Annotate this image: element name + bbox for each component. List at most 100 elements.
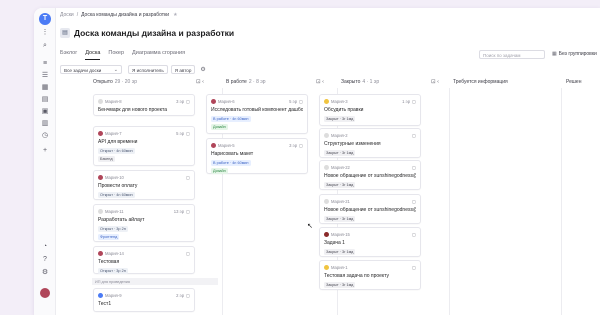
boards-icon[interactable]: ▦ [41, 84, 49, 92]
favorite-star-icon[interactable]: ★ [173, 12, 177, 18]
task-card[interactable]: Мария-10 ▢ Провести оплату Открыт · 4n 60… [93, 170, 195, 200]
projects-icon[interactable]: ▤ [41, 96, 49, 104]
component-badge: Бэкенд [98, 156, 115, 162]
tasks-icon[interactable]: ☰ [41, 72, 49, 80]
task-key[interactable]: Мария-22 [331, 165, 350, 170]
column-name: В работе [226, 79, 247, 85]
task-meta: 13 эр ▢ [174, 209, 190, 214]
status-badge: Открыт · 4n 60мин [98, 192, 135, 198]
task-card[interactable]: Мария-9 2 эр ▢ Тест1 [93, 288, 195, 312]
column-tools-in-progress[interactable]: ⊡ ‹ [316, 79, 324, 85]
assignee-avatar [211, 98, 216, 104]
column-tools-open[interactable]: ⊡ ‹ [196, 79, 204, 85]
filter-bar: Все задачи доски ⌄ Я исполнитель Я автор … [60, 65, 206, 74]
task-card[interactable]: Мария-2 ▢ Структурные изменения Закрыт · … [319, 128, 421, 158]
settings-icon[interactable]: ⚙ [41, 269, 49, 277]
document-icon: ▢ [186, 292, 190, 298]
assignee-filter-chip[interactable]: Я исполнитель [128, 65, 168, 74]
tracker-logo-icon[interactable]: T [39, 13, 51, 25]
story-points: 3 эр [176, 98, 185, 104]
story-points: 13 эр [173, 208, 185, 214]
dashboards-icon[interactable]: ▥ [41, 120, 49, 128]
plus-icon[interactable]: + [41, 147, 49, 155]
task-key[interactable]: Мария-11 [105, 209, 124, 214]
tab-board[interactable]: Доска [85, 50, 101, 60]
task-key[interactable]: Мария-9 [105, 293, 122, 298]
assignee-avatar [324, 198, 329, 204]
task-meta: 1 эр ▢ [402, 99, 416, 104]
task-card[interactable]: Мария-5 3 эр ▢ Нарисовать макет В работе ·… [206, 138, 308, 174]
task-key[interactable]: Мария-7 [105, 131, 122, 136]
author-filter-chip[interactable]: Я автор [170, 65, 196, 74]
task-card[interactable]: Мария-3 1 эр ▢ Обсудить правки Закрыт · 3r… [319, 94, 421, 126]
chevron-down-icon: ⌄ [113, 67, 118, 73]
task-key[interactable]: Мария-15 [331, 232, 350, 237]
task-card[interactable]: Мария-15 ▢ Задача 1 Закрыт · 3r 1мд [319, 227, 421, 257]
status-badge: Открыт · 3р 2н [98, 268, 128, 274]
apps-grid-icon[interactable]: ⋮ [41, 29, 49, 37]
mouse-cursor-icon: ↖ [307, 223, 313, 230]
breadcrumb-root[interactable]: Доски [60, 12, 74, 18]
story-points: 5 эр [176, 130, 185, 136]
grouping-button[interactable]: ▦ Без группировки [552, 51, 597, 57]
story-points: 3 эр [289, 142, 298, 148]
status-badge: Закрыт · 3r 1мд [324, 116, 356, 122]
column-name: Закрыто [341, 79, 361, 85]
task-card[interactable]: Мария-7 5 эр ▢ API для времени Открыт · 4n… [93, 126, 195, 166]
assignee-avatar [324, 264, 329, 270]
story-points: 5 эр [289, 98, 298, 104]
task-meta: ▢ [410, 199, 416, 204]
queues-icon[interactable]: ≡ [41, 60, 49, 68]
page-title: Доска команды дизайна и разработки [74, 28, 235, 38]
task-title: Тест1 [98, 301, 112, 307]
task-meta: 2 эр ▢ [176, 293, 190, 298]
column-tools-closed[interactable]: ⊡ ‹ [431, 79, 439, 85]
task-card[interactable]: Мария-8 3 эр ▢ Бенчмарк для нового проекта [93, 94, 195, 116]
calendar-icon[interactable]: ▣ [41, 108, 49, 116]
assignee-avatar [98, 174, 103, 180]
task-card[interactable]: Мария-1 ▢ Тестовая задача по проекту Закр… [319, 260, 421, 290]
task-meta: ▢ [410, 232, 416, 237]
task-meta: ▢ [410, 265, 416, 270]
task-key[interactable]: Мария-21 [331, 199, 350, 204]
help-icon[interactable]: ? [41, 256, 49, 264]
tab-burndown[interactable]: Диаграмма сгорания [132, 50, 185, 60]
task-key[interactable]: Мария-3 [331, 99, 348, 104]
document-icon: ▢ [186, 174, 190, 180]
gear-icon[interactable]: ⚙ [200, 66, 205, 73]
document-icon: ▢ [412, 132, 416, 138]
column-name: Решен [566, 79, 582, 85]
task-card[interactable]: Мария-22 ▢ Новое обращение от sunshinegod… [319, 160, 421, 190]
task-key[interactable]: Мария-1 [331, 265, 348, 270]
search-icon[interactable]: ⌕ [41, 42, 49, 50]
assignee-avatar [324, 132, 329, 138]
task-meta: 3 эр ▢ [176, 99, 190, 104]
task-key[interactable]: Мария-8 [105, 99, 122, 104]
task-key[interactable]: Мария-5 [218, 143, 235, 148]
task-scope-select[interactable]: Все задачи доски ⌄ [60, 65, 122, 74]
document-icon: ▢ [412, 231, 416, 237]
side-rail: T ⋮ ⌕ ≡ ☰ ▦ ▤ ▣ ▥ ◷ + ◔ ? ⚙ [34, 8, 56, 315]
column-header-resolved: Решен [566, 79, 581, 85]
component-badge: Дизайн [211, 124, 228, 130]
history-icon[interactable]: ◷ [41, 132, 49, 140]
task-card[interactable]: Мария-14 ▢ Тестовая Открыт · 3р 2н [93, 246, 195, 274]
breadcrumb: Доски / Доска команды дизайна и разработки… [60, 12, 178, 18]
task-key[interactable]: Мария-14 [105, 251, 124, 256]
document-icon: ▢ [186, 250, 190, 256]
column-count: 4 · 1 эр [362, 79, 380, 85]
task-card[interactable]: Мария-11 13 эр ▢ Разработать айлаут Открыт… [93, 204, 195, 242]
assignee-avatar [98, 292, 103, 298]
bell-icon[interactable]: ◔ [41, 243, 49, 251]
search-input[interactable]: Поиск по задачам [479, 50, 545, 59]
user-avatar[interactable] [40, 288, 50, 298]
task-card[interactable]: Мария-6 5 эр ▢ Исследовать готовый компоне… [206, 94, 308, 134]
document-icon: ▢ [299, 98, 303, 104]
tab-backlog[interactable]: Бэклог [60, 50, 77, 60]
column-header-needs-info: Требуется информация [453, 79, 508, 85]
tab-poker[interactable]: Покер [108, 50, 124, 60]
task-key[interactable]: Мария-2 [331, 133, 348, 138]
task-key[interactable]: Мария-10 [105, 175, 124, 180]
task-card[interactable]: Мария-21 ▢ Новое обращение от sunshinegod… [319, 194, 421, 224]
task-key[interactable]: Мария-6 [218, 99, 235, 104]
